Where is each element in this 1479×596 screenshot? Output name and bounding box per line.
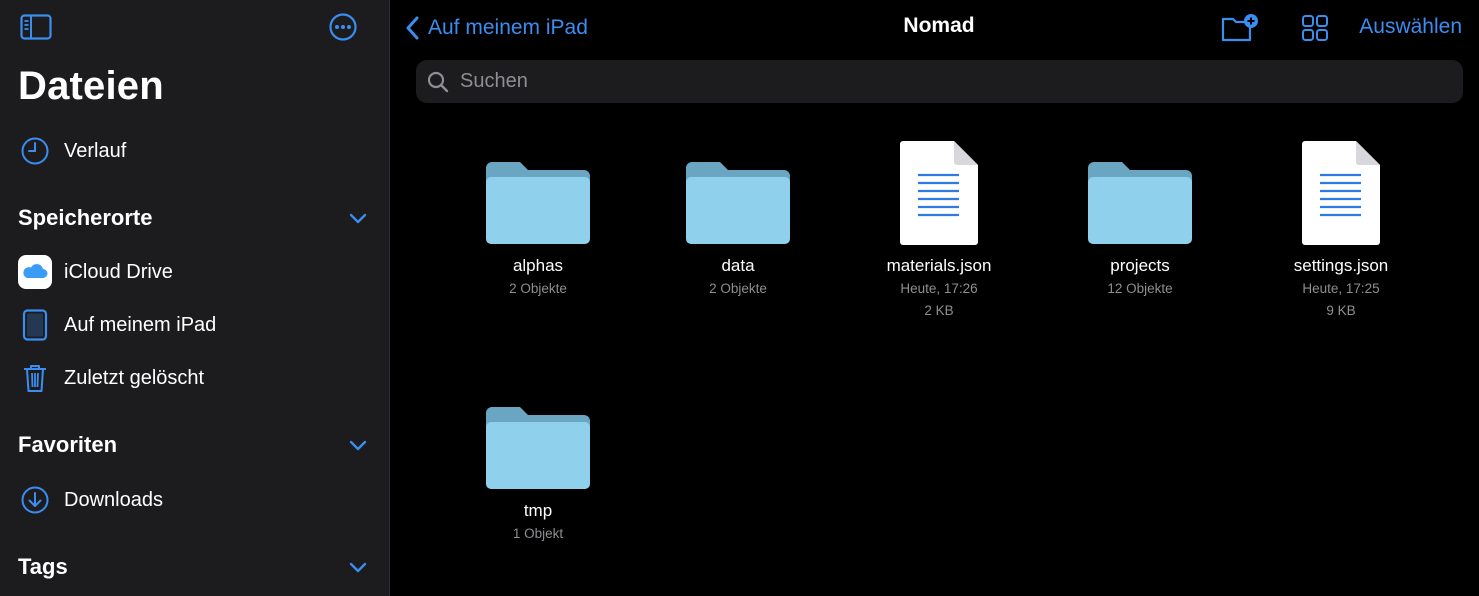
sidebar-item-label: Auf meinem iPad [64,313,217,336]
navigation-bar: Auf meinem iPad Nomad Auswählen [390,0,1479,56]
file-item-settings-json[interactable]: settings.json Heute, 17:25 9 KB [1261,138,1421,320]
sidebar: Dateien Verlauf Speicherorte iCloud Driv… [0,0,390,596]
section-favorites-header[interactable]: Favoriten [18,427,368,463]
section-tags-header[interactable]: Tags [18,549,368,585]
sidebar-item-downloads[interactable]: Downloads [0,478,389,522]
grid-view-icon[interactable] [1296,12,1336,44]
icloud-icon [17,254,53,290]
document-icon [859,138,1019,246]
section-label: Tags [18,554,68,579]
section-label: Speicherorte [18,205,153,230]
chevron-down-icon[interactable] [348,438,368,452]
sidebar-item-recents[interactable]: Verlauf [0,129,389,173]
sidebar-item-icloud-drive[interactable]: iCloud Drive [0,250,389,294]
clock-icon [17,133,53,169]
sidebar-item-label: Zuletzt gelöscht [64,366,205,389]
search-input[interactable] [458,69,1362,94]
item-file-size: 2 KB [924,303,954,318]
sidebar-item-on-my-ipad[interactable]: Auf meinem iPad [0,303,389,347]
folder-item-data[interactable]: data 2 Objekte [658,138,818,298]
chevron-down-icon[interactable] [348,211,368,225]
item-name: data [721,256,755,275]
sidebar-item-label: iCloud Drive [64,260,173,283]
folder-icon [458,138,618,246]
folder-icon [658,138,818,246]
item-name: settings.json [1293,256,1389,275]
document-icon [1261,138,1421,246]
sidebar-item-recently-deleted[interactable]: Zuletzt gelöscht [0,356,389,400]
item-name: alphas [512,256,564,275]
section-locations-header[interactable]: Speicherorte [18,200,368,236]
item-name: tmp [523,501,553,520]
trash-icon [17,360,53,396]
item-meta: 2 Objekte [709,281,767,296]
search-bar[interactable] [416,60,1463,103]
folder-icon [1060,138,1220,246]
chevron-down-icon[interactable] [348,560,368,574]
item-modified-date: Heute, 17:26 [900,281,978,296]
item-meta: 1 Objekt [512,526,564,541]
item-modified-date: Heute, 17:25 [1302,281,1380,296]
folder-icon [458,383,618,491]
sidebar-item-label: Verlauf [64,139,127,162]
item-meta: 2 Objekte [509,281,567,296]
search-icon [427,71,449,92]
ipad-icon [17,307,53,343]
folder-item-tmp[interactable]: tmp 1 Objekt [458,383,618,543]
download-icon [17,482,53,518]
new-folder-icon[interactable] [1220,12,1260,44]
file-item-materials-json[interactable]: materials.json Heute, 17:26 2 KB [859,138,1019,320]
sidebar-title: Dateien [18,64,164,108]
select-button[interactable]: Auswählen [1359,15,1462,39]
item-meta: 12 Objekte [1107,281,1173,296]
sidebar-toggle-icon[interactable] [20,13,52,41]
section-label: Favoriten [18,432,118,457]
folder-item-projects[interactable]: projects 12 Objekte [1060,138,1220,298]
sidebar-item-label: Downloads [64,488,163,511]
item-name: projects [1110,256,1170,275]
more-options-icon[interactable] [327,13,359,41]
item-file-size: 9 KB [1326,303,1356,318]
item-name: materials.json [886,256,992,275]
folder-item-alphas[interactable]: alphas 2 Objekte [458,138,618,298]
